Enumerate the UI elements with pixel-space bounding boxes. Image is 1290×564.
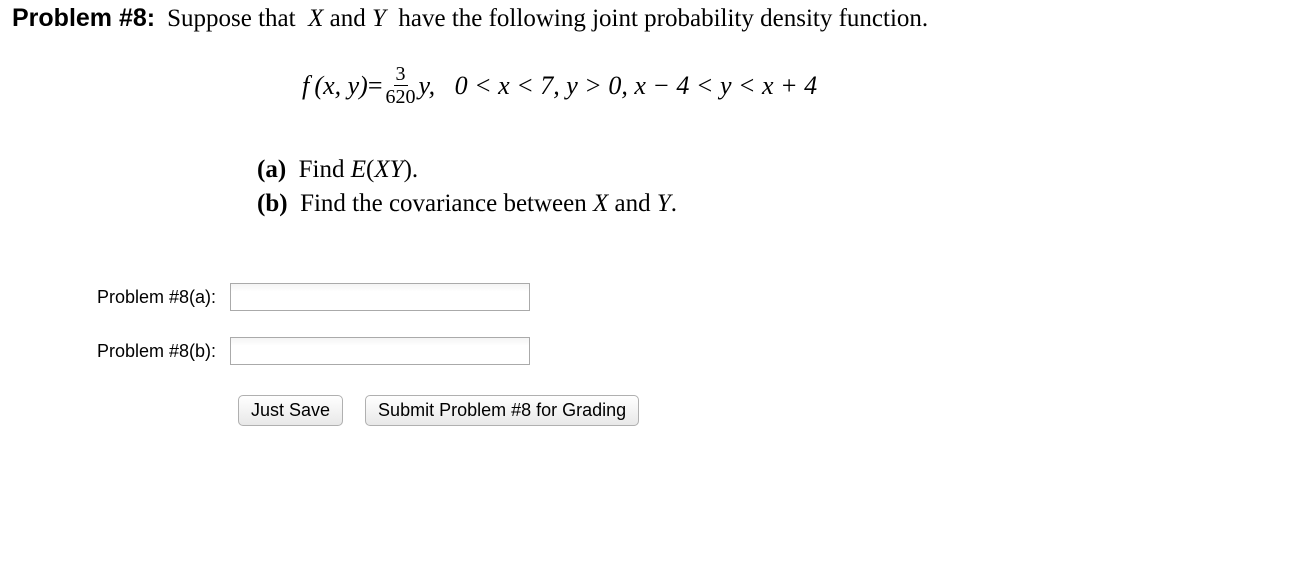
problem-prompt: Suppose that X and Y have the following … [167,5,928,33]
question-a: (a) Find E(XY). [257,156,1278,184]
question-b-text: Find the covariance between X and Y. [294,190,677,217]
formula-eq: = [368,71,383,101]
question-a-text: Find E(XY). [292,156,418,183]
formula-lhs: f (x, y) [302,71,368,101]
formula-rest: y, 0 < x < 7, y > 0, x − 4 < y < x + 4 [419,71,818,101]
just-save-button[interactable]: Just Save [238,395,343,426]
fraction-numerator: 3 [394,63,408,86]
formula: f (x, y) = 3 620 y, 0 < x < 7, y > 0, x … [302,63,1278,108]
answer-a-input[interactable] [230,283,530,311]
question-a-label: (a) [257,156,286,183]
answer-b-label: Problem #8(b): [12,341,230,362]
fraction-denominator: 620 [384,86,418,108]
question-b: (b) Find the covariance between X and Y. [257,190,1278,218]
answer-b-input[interactable] [230,337,530,365]
question-b-label: (b) [257,190,288,217]
answer-a-label: Problem #8(a): [12,287,230,308]
problem-number: Problem #8: [12,4,155,33]
submit-button[interactable]: Submit Problem #8 for Grading [365,395,639,426]
questions: (a) Find E(XY). (b) Find the covariance … [257,156,1278,218]
formula-fraction: 3 620 [384,63,418,108]
